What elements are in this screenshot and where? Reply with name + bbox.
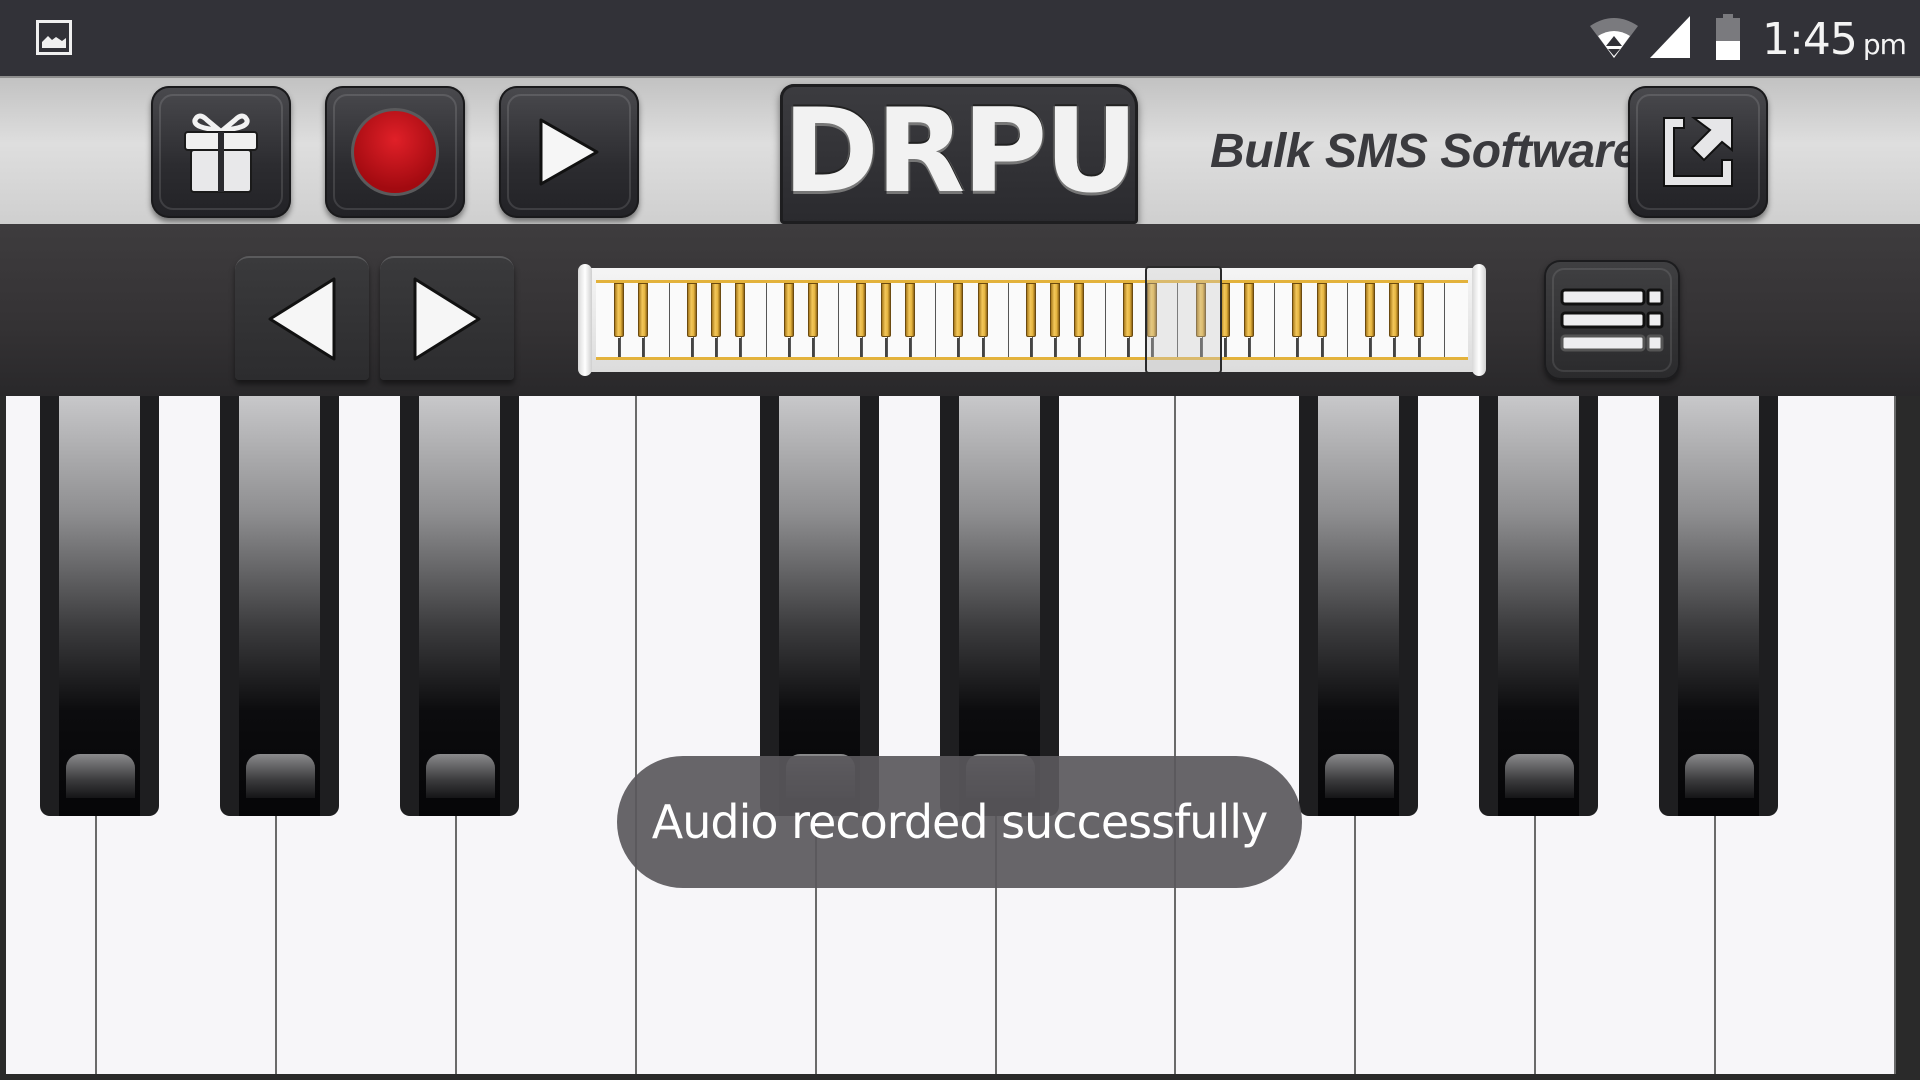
list-menu-icon (1560, 288, 1664, 352)
navigator-black-key (1292, 283, 1302, 357)
piano-keyboard (0, 396, 1920, 1080)
navigator-black-key (1244, 283, 1254, 357)
black-key[interactable] (219, 396, 339, 816)
clock: 1:45 pm (1762, 14, 1907, 65)
navigator-white-key-divider (1347, 283, 1348, 357)
cell-signal-icon (1650, 16, 1690, 58)
navigator-black-key (1317, 283, 1327, 357)
gallery-notification-icon (36, 20, 72, 55)
previous-octave-button[interactable] (235, 256, 369, 380)
black-key[interactable] (1478, 396, 1598, 816)
keyboard-navigator[interactable] (578, 264, 1486, 376)
navigator-visible-window-handle[interactable] (1145, 266, 1222, 374)
gift-button[interactable] (151, 86, 291, 218)
tagline-link[interactable]: Bulk SMS Software (1210, 124, 1639, 179)
navigator-black-key (711, 283, 721, 357)
navigator-white-key-divider (1444, 283, 1445, 357)
play-icon (539, 118, 599, 186)
status-bar: 1:45 pm (0, 0, 1920, 76)
triangle-left-icon (268, 277, 336, 361)
navigator-black-key (687, 283, 697, 357)
gift-icon (184, 113, 258, 193)
black-key[interactable] (939, 396, 1059, 816)
navigator-black-key (808, 283, 818, 357)
navigator-black-key (953, 283, 963, 357)
navigator-black-key (856, 283, 866, 357)
black-key[interactable] (1658, 396, 1778, 816)
navigator-white-key-divider (766, 283, 767, 357)
navigator-white-key-divider (1105, 283, 1106, 357)
black-key[interactable] (39, 396, 159, 816)
record-icon (351, 108, 439, 196)
wifi-icon (1590, 18, 1638, 58)
clock-time: 1:45 (1762, 14, 1858, 65)
triangle-right-icon (413, 277, 481, 361)
navigator-black-key (735, 283, 745, 357)
share-button[interactable] (1628, 86, 1768, 218)
record-button[interactable] (325, 86, 465, 218)
black-key[interactable] (759, 396, 879, 816)
battery-icon (1716, 14, 1740, 60)
drpu-logo[interactable]: DRPU (780, 84, 1138, 224)
next-octave-button[interactable] (380, 256, 514, 380)
navigator-black-key (638, 283, 648, 357)
navigator-black-key (905, 283, 915, 357)
black-key[interactable] (399, 396, 519, 816)
logo-text: DRPU (782, 84, 1139, 219)
black-key[interactable] (1298, 396, 1418, 816)
navigator-white-key-divider (838, 283, 839, 357)
toast-message: Audio recorded successfully (651, 795, 1268, 849)
navigator-black-key (1050, 283, 1060, 357)
navigator-white-key-divider (1008, 283, 1009, 357)
navigator-black-key (1389, 283, 1399, 357)
share-export-icon (1663, 117, 1733, 187)
navigator-black-key (614, 283, 624, 357)
clock-ampm: pm (1862, 28, 1907, 61)
navigator-white-key-divider (669, 283, 670, 357)
menu-button[interactable] (1544, 260, 1680, 380)
play-button[interactable] (499, 86, 639, 218)
navigator-black-key (881, 283, 891, 357)
control-bar (0, 224, 1920, 396)
navigator-black-key (1074, 283, 1084, 357)
navigator-white-key-divider (1274, 283, 1275, 357)
navigator-black-key (978, 283, 988, 357)
navigator-right-cap (1472, 264, 1486, 376)
navigator-white-key-divider (935, 283, 936, 357)
navigator-keys (596, 280, 1468, 360)
toast-notification: Audio recorded successfully (617, 756, 1302, 888)
navigator-black-key (1365, 283, 1375, 357)
navigator-black-key (784, 283, 794, 357)
navigator-black-key (1026, 283, 1036, 357)
navigator-left-cap (578, 264, 592, 376)
navigator-black-key (1123, 283, 1133, 357)
navigator-black-key (1414, 283, 1424, 357)
top-toolbar: DRPU Bulk SMS Software (0, 76, 1920, 224)
